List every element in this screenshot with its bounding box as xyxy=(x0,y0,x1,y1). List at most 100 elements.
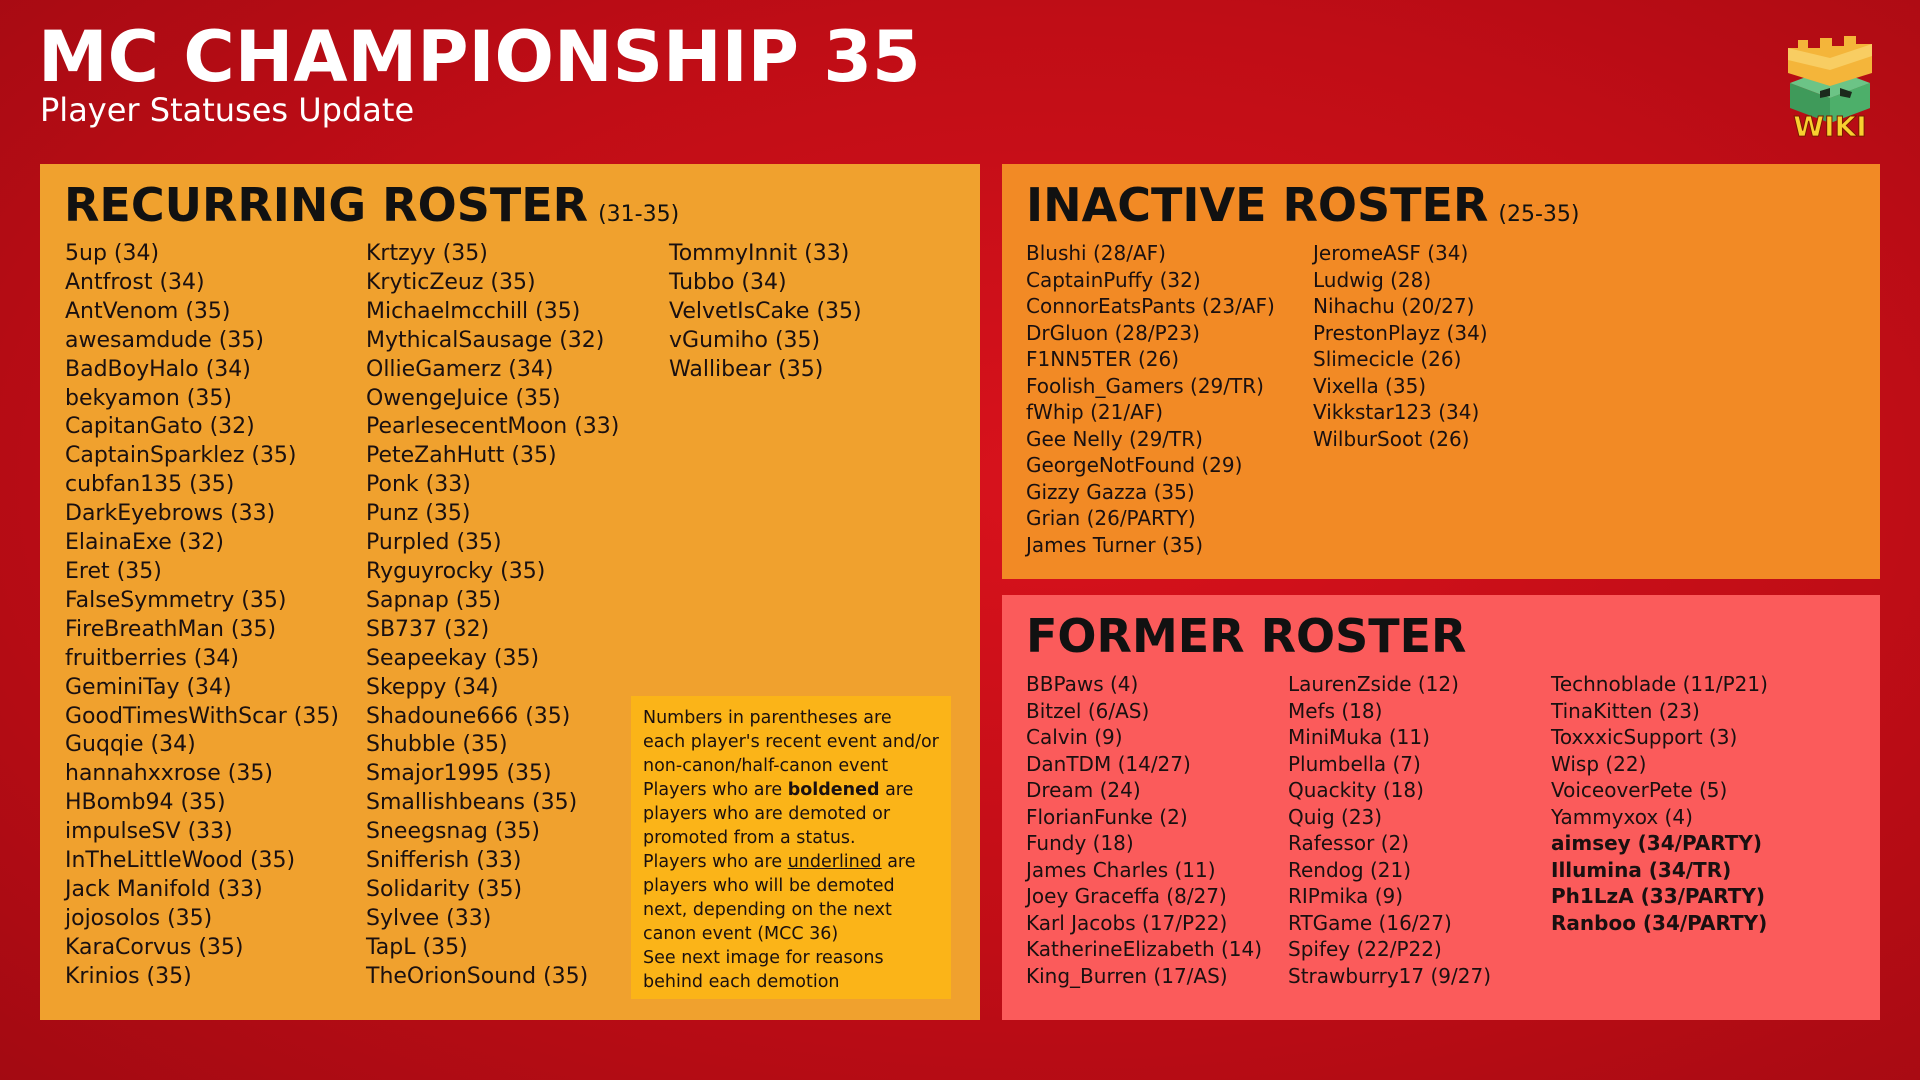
player-entry: GoodTimesWithScar (35) xyxy=(65,703,339,729)
player-entry: Quackity (18) xyxy=(1288,778,1424,802)
former-column-1: BBPaws (4) Bitzel (6/AS) Calvin (9) DanTDM … xyxy=(1026,671,1262,989)
player-entry: GeminiTay (34) xyxy=(65,674,232,700)
player-entry: RTGame (16/27) xyxy=(1288,910,1452,935)
note-bold-word: boldened xyxy=(787,780,880,800)
player-entry: Mefs (18) xyxy=(1288,698,1383,723)
player-entry: Illumina (34/TR) xyxy=(1551,857,1732,882)
player-entry: Vikkstar123 (34) xyxy=(1313,400,1480,424)
player-entry: Quig (23) xyxy=(1288,804,1383,829)
inactive-column-1: Blushi (28/AF) CaptainPuffy (32) ConnorEat… xyxy=(1026,240,1275,558)
note-bold-prefix: Players who are xyxy=(643,780,788,800)
player-entry: Krinios (35) xyxy=(65,963,192,989)
player-entry: Antfrost (34) xyxy=(65,269,205,295)
player-entry: Sneegsnag (35) xyxy=(366,819,540,845)
wiki-logo-icon: WIKI xyxy=(1788,36,1872,138)
player-entry: Nihachu (20/27) xyxy=(1313,294,1475,318)
player-entry: Shadoune666 (35) xyxy=(366,703,571,729)
player-entry: FireBreathMan (35) xyxy=(65,616,277,642)
player-entry: Rafessor (2) xyxy=(1288,831,1410,855)
player-entry: VoiceoverPete (5) xyxy=(1551,778,1728,802)
player-entry: TapL (35) xyxy=(366,934,468,960)
inactive-column-2: JeromeASF (34) Ludwig (28) Nihachu (20/27)… xyxy=(1313,240,1488,452)
legend-note: Numbers in parentheses are each player's… xyxy=(631,696,951,999)
former-roster-title: FORMER ROSTER xyxy=(1026,609,1467,663)
note-line-1: Numbers in parentheses are each player's… xyxy=(643,708,939,776)
player-entry: Slimecicle (26) xyxy=(1313,347,1462,371)
player-entry: TommyInnit (33) xyxy=(669,241,850,266)
player-entry: SB737 (32) xyxy=(366,616,490,642)
recurring-column-3: TommyInnit (33) Tubbo (34) VelvetIsCake (3… xyxy=(669,240,862,385)
player-entry: Snifferish (33) xyxy=(366,848,522,874)
player-entry: Vixella (35) xyxy=(1313,373,1427,398)
inactive-roster-heading: INACTIVE ROSTER (25-35) xyxy=(1026,182,1579,228)
player-entry: F1NN5TER (26) xyxy=(1026,347,1180,371)
player-entry: Dream (24) xyxy=(1026,778,1141,802)
player-entry: Plumbella (7) xyxy=(1288,751,1421,776)
player-entry: cubfan135 (35) xyxy=(65,472,235,498)
player-entry: AntVenom (35) xyxy=(65,298,231,324)
player-entry: Bitzel (6/AS) xyxy=(1026,698,1150,723)
player-entry: Foolish_Gamers (29/TR) xyxy=(1026,373,1264,398)
player-entry: DanTDM (14/27) xyxy=(1026,751,1191,776)
player-entry: Jack Manifold (33) xyxy=(65,876,263,902)
inactive-roster-title: INACTIVE ROSTER xyxy=(1026,178,1489,232)
player-entry: jojosolos (35) xyxy=(65,905,213,931)
player-entry: impulseSV (33) xyxy=(65,819,233,845)
player-entry: CaptainPuffy (32) xyxy=(1026,267,1201,292)
player-entry: ConnorEatsPants (23/AF) xyxy=(1026,294,1275,318)
player-entry: TheOrionSound (35) xyxy=(366,963,589,989)
player-entry: Grian (26/PARTY) xyxy=(1026,506,1196,530)
recurring-roster-panel: RECURRING ROSTER (31-35) 5up (34) Antfrost… xyxy=(40,164,980,1020)
player-entry: FlorianFunke (2) xyxy=(1026,804,1188,829)
player-entry: Yammyxox (4) xyxy=(1551,804,1693,829)
player-entry: KryticZeuz (35) xyxy=(366,269,536,295)
player-entry: Sylvee (33) xyxy=(366,905,492,931)
player-entry: King_Burren (17/AS) xyxy=(1026,963,1228,988)
player-entry: Michaelmcchill (35) xyxy=(366,298,581,324)
player-entry: BadBoyHalo (34) xyxy=(65,356,251,382)
player-entry: RIPmika (9) xyxy=(1288,884,1404,908)
player-entry: Smallishbeans (35) xyxy=(366,790,578,816)
player-entry: WilburSoot (26) xyxy=(1313,426,1470,451)
player-entry: CaptainSparklez (35) xyxy=(65,443,297,469)
player-entry: Blushi (28/AF) xyxy=(1026,241,1166,265)
player-entry: JeromeASF (34) xyxy=(1313,241,1469,265)
player-entry: LaurenZside (12) xyxy=(1288,672,1459,696)
player-entry: Joey Graceffa (8/27) xyxy=(1026,884,1227,908)
player-entry: Ludwig (28) xyxy=(1313,267,1432,292)
inactive-roster-panel: INACTIVE ROSTER (25-35) Blushi (28/AF) Cap… xyxy=(1002,164,1880,579)
player-entry: Skeppy (34) xyxy=(366,674,499,700)
player-entry: Krtzyy (35) xyxy=(366,241,488,266)
player-entry: Karl Jacobs (17/P22) xyxy=(1026,910,1228,935)
player-entry: Gee Nelly (29/TR) xyxy=(1026,426,1203,451)
former-roster-panel: FORMER ROSTER BBPaws (4) Bitzel (6/AS) Cal… xyxy=(1002,595,1880,1020)
player-entry: Rendog (21) xyxy=(1288,857,1412,882)
player-entry: Punz (35) xyxy=(366,501,471,527)
page-subtitle: Player Statuses Update xyxy=(40,91,415,129)
player-entry: hannahxxrose (35) xyxy=(65,761,273,787)
player-entry: OwengeJuice (35) xyxy=(366,385,561,411)
player-entry: fruitberries (34) xyxy=(65,645,239,671)
player-entry: Technoblade (11/P21) xyxy=(1551,672,1768,696)
player-entry: DrGluon (28/P23) xyxy=(1026,320,1200,345)
player-entry: PeteZahHutt (35) xyxy=(366,443,557,469)
player-entry: ToxxxicSupport (3) xyxy=(1551,725,1738,749)
note-underline-prefix: Players who are xyxy=(643,852,788,872)
player-entry: Strawburry17 (9/27) xyxy=(1288,963,1491,988)
recurring-roster-heading: RECURRING ROSTER (31-35) xyxy=(64,182,679,228)
recurring-roster-range: (31-35) xyxy=(598,202,680,227)
player-entry: Wisp (22) xyxy=(1551,751,1647,776)
player-entry: KaraCorvus (35) xyxy=(65,934,244,960)
former-column-3: Technoblade (11/P21) TinaKitten (23) Toxxx… xyxy=(1551,671,1768,936)
player-entry: Ponk (33) xyxy=(366,472,471,498)
player-entry: bekyamon (35) xyxy=(65,385,232,411)
player-entry: DarkEyebrows (33) xyxy=(65,501,276,527)
note-last-line: See next image for reasons behind each d… xyxy=(643,948,884,992)
player-entry: Ranboo (34/PARTY) xyxy=(1551,910,1768,935)
player-entry: Fundy (18) xyxy=(1026,831,1134,855)
player-entry: Eret (35) xyxy=(65,558,162,584)
player-entry: Calvin (9) xyxy=(1026,725,1123,749)
player-entry: Solidarity (35) xyxy=(366,876,523,902)
player-entry: HBomb94 (35) xyxy=(65,790,226,816)
recurring-column-2: Krtzyy (35) KryticZeuz (35) Michaelmcchill… xyxy=(366,240,619,992)
